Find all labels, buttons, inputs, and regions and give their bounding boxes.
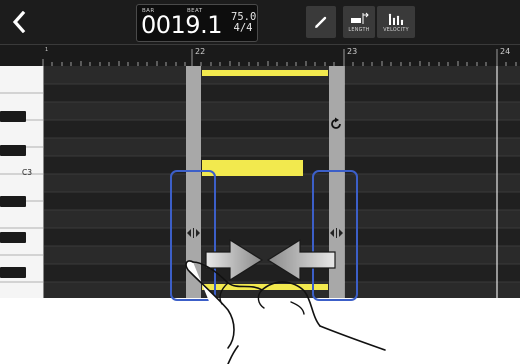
hand-pointer-icon (185, 260, 386, 364)
arrow-left-icon (266, 238, 336, 282)
arrow-right-icon (205, 238, 264, 282)
pinch-gesture-overlay (185, 238, 386, 364)
